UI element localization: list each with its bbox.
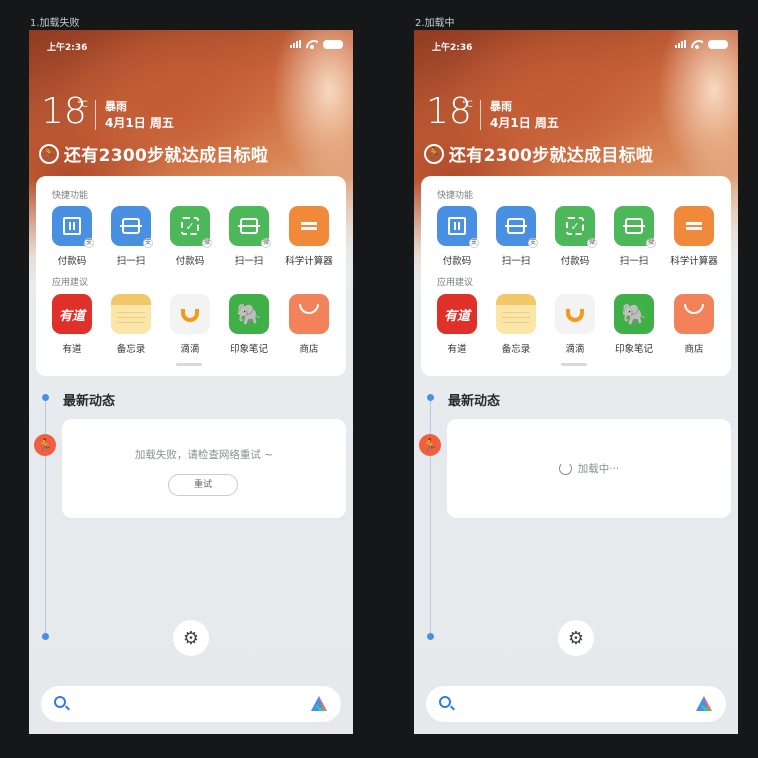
temperature-unit: °C	[77, 100, 88, 110]
search-bar[interactable]	[426, 686, 726, 722]
shop-icon	[289, 294, 329, 334]
notes-icon	[111, 294, 151, 334]
spinner-icon	[558, 462, 572, 475]
quick-item-calculator[interactable]: 科学计算器	[664, 206, 724, 267]
timeline-dot	[427, 394, 434, 401]
quick-item-scan-wechat[interactable]: 微 扫一扫	[219, 206, 279, 267]
app-suggestions-title: 应用建议	[437, 278, 474, 288]
quick-functions-title: 快捷功能	[437, 191, 474, 201]
phone-screen-load-failed: 上午2:36 18 °C 暴雨 4月1日 周五 🏃 还有2300步就达成目标啦 …	[29, 30, 353, 734]
pay-code-icon: 支	[437, 206, 479, 248]
status-icons	[675, 39, 728, 49]
evernote-icon: 🐘	[229, 294, 269, 334]
search-icon	[54, 696, 66, 708]
feed-title: 最新动态	[448, 394, 501, 409]
feed-title: 最新动态	[63, 394, 116, 409]
card-drag-handle[interactable]	[561, 363, 587, 366]
step-goal[interactable]: 🏃 还有2300步就达成目标啦	[424, 141, 653, 166]
suggest-item-youdao[interactable]: 有道 有道	[42, 294, 102, 355]
suggest-item-shop[interactable]: 商店	[279, 294, 339, 355]
wifi-icon	[691, 40, 703, 49]
quick-item-scan[interactable]: 支 扫一扫	[101, 206, 161, 267]
quick-item-pay-code[interactable]: 支 付款码	[42, 206, 102, 267]
quick-item-scan-wechat[interactable]: 微 扫一扫	[604, 206, 664, 267]
running-icon: 🏃	[34, 434, 56, 456]
screen-caption: 1.加载失败	[30, 18, 80, 29]
feed-card: 加载中···	[447, 419, 731, 518]
calculator-icon	[289, 206, 329, 246]
scan-icon: 支	[111, 206, 153, 248]
wifi-icon	[306, 40, 318, 49]
suggest-item-didi[interactable]: 滴滴	[160, 294, 220, 355]
youdao-icon: 有道	[437, 294, 477, 334]
weather-condition: 暴雨	[105, 100, 127, 113]
pay-code-icon: ✓ 微	[555, 206, 597, 248]
step-goal-text: 还有2300步就达成目标啦	[64, 146, 269, 166]
weather-date: 4月1日 周五	[105, 116, 174, 130]
shop-icon	[674, 294, 714, 334]
suggest-item-didi[interactable]: 滴滴	[545, 294, 605, 355]
card-drag-handle[interactable]	[176, 363, 202, 366]
status-icons	[290, 39, 343, 49]
weather-condition: 暴雨	[490, 100, 512, 113]
running-icon: 🏃	[39, 143, 59, 164]
step-goal-text: 还有2300步就达成目标啦	[449, 146, 654, 166]
scan-icon: 微	[614, 206, 656, 248]
calculator-icon	[674, 206, 714, 246]
signal-icon	[290, 40, 301, 48]
suggest-item-shop[interactable]: 商店	[664, 294, 724, 355]
screen-caption: 2.加载中	[415, 18, 455, 29]
quick-functions-title: 快捷功能	[52, 191, 89, 201]
gear-icon[interactable]: ⚙	[173, 620, 209, 656]
signal-icon	[675, 40, 686, 48]
notes-icon	[496, 294, 536, 334]
shortcuts-card: 快捷功能 支 付款码 支 扫一扫 ✓ 微 付款码 微 扫一扫 科学计算器 应用建议…	[36, 176, 346, 376]
phone-screen-loading: 上午2:36 18 °C 暴雨 4月1日 周五 🏃 还有2300步就达成目标啦 …	[414, 30, 738, 734]
evernote-icon: 🐘	[614, 294, 654, 334]
loading-indicator: 加载中···	[447, 461, 731, 476]
search-icon	[439, 696, 451, 708]
assistant-icon[interactable]	[694, 694, 714, 714]
quick-item-pay-code[interactable]: 支 付款码	[427, 206, 487, 267]
suggest-item-evernote[interactable]: 🐘 印象笔记	[219, 294, 279, 355]
gear-icon[interactable]: ⚙	[558, 620, 594, 656]
temperature-unit: °C	[462, 100, 473, 110]
suggest-item-youdao[interactable]: 有道 有道	[427, 294, 487, 355]
feed-card: 加载失败，请检查网络重试 ~ 重试	[62, 419, 346, 518]
status-time: 上午2:36	[432, 43, 473, 53]
didi-icon	[170, 294, 210, 334]
search-bar[interactable]	[41, 686, 341, 722]
loading-text: 加载中···	[577, 463, 620, 475]
pay-code-icon: 支	[52, 206, 94, 248]
quick-item-pay-code-wechat[interactable]: ✓ 微 付款码	[160, 206, 220, 267]
weather-date: 4月1日 周五	[490, 116, 559, 130]
suggest-item-evernote[interactable]: 🐘 印象笔记	[604, 294, 664, 355]
pay-code-icon: ✓ 微	[170, 206, 212, 248]
running-icon: 🏃	[424, 143, 444, 164]
status-time: 上午2:36	[47, 43, 88, 53]
youdao-icon: 有道	[52, 294, 92, 334]
timeline-dot	[42, 394, 49, 401]
suggest-item-notes[interactable]: 备忘录	[101, 294, 161, 355]
scan-icon: 支	[496, 206, 538, 248]
timeline-dot	[427, 633, 434, 640]
shortcuts-card: 快捷功能 支 付款码 支 扫一扫 ✓ 微 付款码 微 扫一扫 科学计算器 应用建议…	[421, 176, 731, 376]
quick-item-calculator[interactable]: 科学计算器	[279, 206, 339, 267]
running-icon: 🏃	[419, 434, 441, 456]
step-goal[interactable]: 🏃 还有2300步就达成目标啦	[39, 141, 268, 166]
battery-icon	[323, 39, 343, 49]
timeline-dot	[42, 633, 49, 640]
scan-icon: 微	[229, 206, 271, 248]
load-failed-message: 加载失败，请检查网络重试 ~	[134, 449, 274, 461]
battery-icon	[708, 39, 728, 49]
app-suggestions-title: 应用建议	[52, 278, 89, 288]
quick-item-scan[interactable]: 支 扫一扫	[486, 206, 546, 267]
assistant-icon[interactable]	[309, 694, 329, 714]
quick-item-pay-code-wechat[interactable]: ✓ 微 付款码	[545, 206, 605, 267]
retry-button[interactable]: 重试	[168, 474, 238, 496]
didi-icon	[555, 294, 595, 334]
suggest-item-notes[interactable]: 备忘录	[486, 294, 546, 355]
